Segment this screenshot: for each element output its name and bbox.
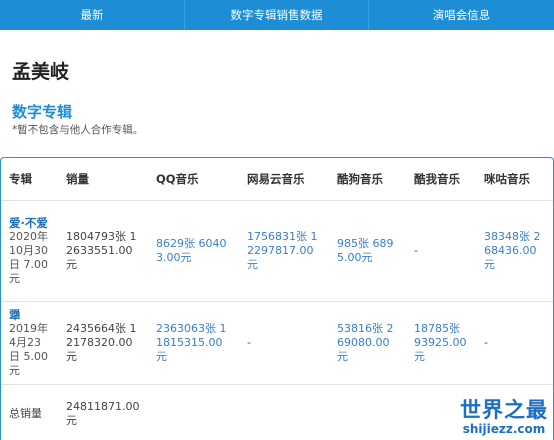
header-qq: QQ音乐 — [148, 158, 239, 201]
artist-name: 孟美岐 — [12, 61, 70, 83]
table-header-row: 专辑 销量 QQ音乐 网易云音乐 酷狗音乐 酷我音乐 咪咕音乐 — [1, 158, 553, 201]
kugou-cell: 53816张 269080.00元 — [329, 301, 406, 385]
total-label: 总销量 — [1, 384, 58, 440]
album-cell: 犟 2019年4月23日 5.00元 — [1, 301, 58, 385]
table-row: 犟 2019年4月23日 5.00元 2435664张 12178320.00元… — [1, 301, 553, 385]
table-row: 爱·不爱 2020年10月30日 7.00元 1804793张 12633551… — [1, 200, 553, 302]
album-cell: 爱·不爱 2020年10月30日 7.00元 — [1, 200, 58, 302]
migu-cell: 38348张 268436.00元 — [476, 200, 553, 302]
netease-cell: - — [239, 301, 329, 385]
kugou-cell: 985张 6895.00元 — [329, 200, 406, 302]
nav-concert-info[interactable]: 演唱会信息 — [369, 0, 554, 30]
qq-cell: 8629张 60403.00元 — [148, 200, 239, 302]
qq-cell: 2363063张 11815315.00元 — [148, 301, 239, 385]
netease-cell: 1756831张 12297817.00元 — [239, 200, 329, 302]
site-watermark: 世界之最 shijiezz.com — [460, 398, 548, 436]
header-kuwo: 酷我音乐 — [406, 158, 476, 201]
sales-cell: 2435664张 12178320.00元 — [58, 301, 148, 385]
header-kugou: 酷狗音乐 — [329, 158, 406, 201]
album-release-info: 2020年10月30日 7.00元 — [9, 229, 48, 285]
watermark-domain: shijiezz.com — [462, 422, 546, 436]
kuwo-cell: - — [406, 200, 476, 302]
album-link[interactable]: 爱·不爱 — [9, 216, 50, 230]
album-link[interactable]: 犟 — [9, 308, 50, 322]
header-netease: 网易云音乐 — [239, 158, 329, 201]
nav-digital-album-sales[interactable]: 数字专辑销售数据 — [185, 0, 369, 30]
sales-cell: 1804793张 12633551.00元 — [58, 200, 148, 302]
section-title: 数字专辑 — [12, 103, 73, 121]
total-value: 24811871.00元 — [58, 384, 148, 440]
header-sales: 销量 — [58, 158, 148, 201]
top-nav: 最新 数字专辑销售数据 演唱会信息 — [0, 0, 554, 30]
kuwo-cell: 18785张 93925.00元 — [406, 301, 476, 385]
migu-cell: - — [476, 301, 553, 385]
watermark-title: 世界之最 — [460, 398, 548, 422]
header-album: 专辑 — [1, 158, 58, 201]
album-release-info: 2019年4月23日 5.00元 — [9, 321, 48, 377]
header-migu: 咪咕音乐 — [476, 158, 553, 201]
nav-latest[interactable]: 最新 — [0, 0, 185, 30]
section-note: *暂不包含与他人合作专辑。 — [12, 124, 144, 136]
